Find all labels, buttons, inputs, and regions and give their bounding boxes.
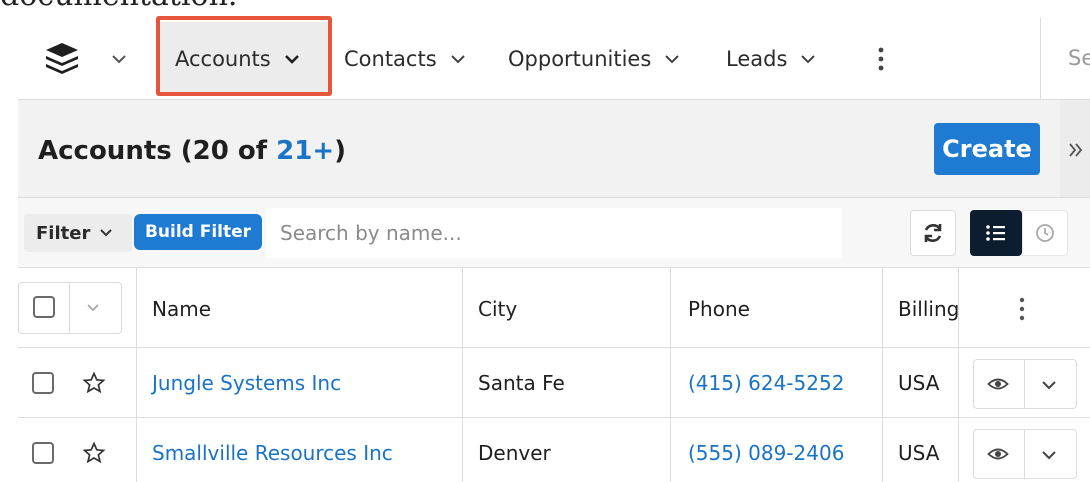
star-icon[interactable]: [82, 441, 106, 465]
record-count-link[interactable]: 21+: [276, 136, 334, 166]
tab-contacts-label: Contacts: [344, 47, 437, 71]
chevron-down-icon[interactable]: [663, 50, 681, 68]
tab-leads[interactable]: Leads: [726, 42, 817, 76]
account-name-link[interactable]: Jungle Systems Inc: [152, 371, 341, 395]
nav-divider: [1040, 18, 1041, 100]
page-title-close: ): [334, 136, 346, 166]
chevron-down-icon: [100, 229, 113, 237]
account-phone-link[interactable]: (415) 624-5252: [688, 371, 844, 395]
account-billing: USA: [898, 371, 940, 395]
tab-accounts[interactable]: Accounts: [158, 22, 332, 96]
column-header-billing[interactable]: Billing: [898, 297, 959, 321]
page-caption: documentation.: [0, 0, 237, 18]
list-header: Accounts (20 of 21+) Create: [18, 100, 1060, 198]
mass-select-control[interactable]: [18, 282, 122, 334]
chevron-down-icon[interactable]: [283, 50, 301, 68]
filter-dropdown-label: Filter: [36, 222, 91, 244]
sugar-cube-logo-icon[interactable]: [44, 40, 80, 76]
chevron-down-icon[interactable]: [1040, 376, 1058, 394]
clock-icon: [1036, 224, 1054, 242]
select-all-checkbox[interactable]: [33, 296, 55, 318]
chevron-down-icon[interactable]: [108, 48, 130, 70]
tab-opportunities[interactable]: Opportunities: [508, 42, 681, 76]
list-view-button[interactable]: [970, 210, 1022, 256]
build-filter-button[interactable]: Build Filter: [134, 214, 262, 250]
search-input[interactable]: [266, 208, 842, 258]
activity-stream-button[interactable]: [1022, 210, 1068, 256]
chevron-down-icon[interactable]: [85, 300, 101, 316]
create-button[interactable]: Create: [934, 123, 1040, 175]
page-title: Accounts (20 of 21+): [38, 136, 346, 166]
more-vertical-icon[interactable]: [874, 44, 888, 74]
account-name-link[interactable]: Smallville Resources Inc: [152, 441, 393, 465]
filter-bar: Filter Build Filter: [18, 198, 1090, 268]
column-header-phone[interactable]: Phone: [688, 297, 750, 321]
table-row: Jungle Systems Inc Santa Fe (415) 624-52…: [18, 348, 1090, 418]
list-view-icon: [986, 225, 1005, 241]
top-navbar: Accounts Contacts Opportunities Leads Se…: [18, 18, 1090, 100]
sidebar-toggle[interactable]: [1060, 100, 1090, 198]
tab-leads-label: Leads: [726, 47, 788, 71]
tab-contacts[interactable]: Contacts: [344, 42, 467, 76]
chevron-down-icon[interactable]: [449, 50, 467, 68]
row-checkbox[interactable]: [32, 442, 54, 464]
account-city: Santa Fe: [478, 371, 565, 395]
account-city: Denver: [478, 441, 551, 465]
tab-accounts-label: Accounts: [175, 47, 271, 71]
account-billing: USA: [898, 441, 940, 465]
tab-opportunities-label: Opportunities: [508, 47, 652, 71]
refresh-button[interactable]: [910, 210, 956, 256]
column-header-city[interactable]: City: [478, 297, 517, 321]
table-header-row: Name City Phone Billing: [18, 268, 1090, 348]
row-actions: [973, 359, 1077, 409]
chevron-down-icon[interactable]: [799, 50, 817, 68]
filter-dropdown[interactable]: Filter: [24, 214, 132, 252]
preview-eye-icon[interactable]: [987, 445, 1009, 463]
column-options-icon[interactable]: [1018, 295, 1026, 323]
chevron-down-icon[interactable]: [1040, 446, 1058, 464]
page-title-text: Accounts (20 of: [38, 136, 277, 166]
preview-eye-icon[interactable]: [987, 375, 1009, 393]
row-actions: [973, 429, 1077, 479]
global-search-input[interactable]: Sea: [1068, 46, 1090, 70]
column-header-name[interactable]: Name: [152, 297, 211, 321]
account-phone-link[interactable]: (555) 089-2406: [688, 441, 844, 465]
row-checkbox[interactable]: [32, 372, 54, 394]
refresh-icon: [924, 224, 942, 242]
star-icon[interactable]: [82, 371, 106, 395]
table-row: Smallville Resources Inc Denver (555) 08…: [18, 418, 1090, 482]
double-chevron-right-icon: [1069, 143, 1083, 157]
